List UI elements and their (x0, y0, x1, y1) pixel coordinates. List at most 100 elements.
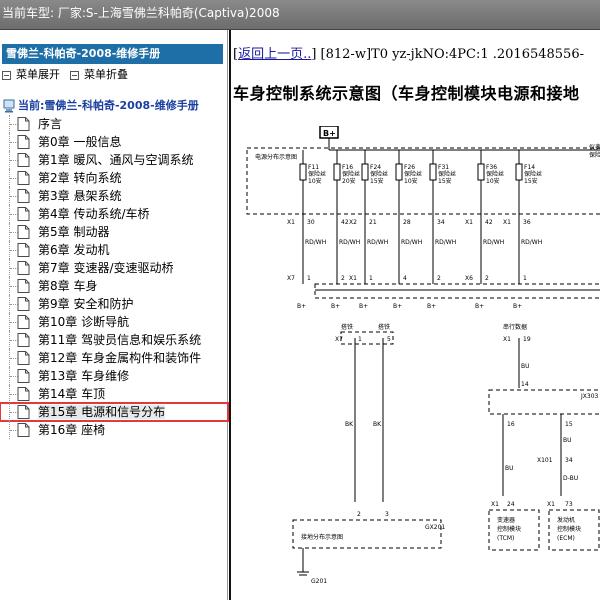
fuse-top-pin: 42 (485, 219, 493, 226)
menu-collapse-button[interactable]: 菜单折叠 (70, 66, 128, 84)
fuse-rating: 15安 (438, 177, 452, 185)
tree-item-chapter[interactable]: 第16章 座椅 (0, 421, 228, 439)
tree-connector (9, 313, 18, 331)
tree-connector (9, 259, 18, 277)
tree-item-label: 第3章 悬架系统 (38, 189, 122, 203)
tree-item-chapter[interactable]: 第2章 转向系统 (0, 169, 228, 187)
fuse-name: F26 (404, 164, 415, 171)
pin-1-label: 1 (358, 336, 362, 343)
tree-item-chapter[interactable]: 第5章 制动器 (0, 223, 228, 241)
document-icon (17, 243, 30, 257)
tree-item-chapter[interactable]: 第8章 车身 (0, 277, 228, 295)
fuse-box-right-label-1: 仪表板 (589, 143, 600, 151)
fuse-rating: 15安 (524, 177, 538, 185)
fuse-top-connector: X1 (465, 219, 473, 226)
tree-item-chapter[interactable]: 第4章 传动系统/车桥 (0, 205, 228, 223)
ground-label-1: 搭铁 (341, 323, 353, 331)
tree-item-label: 第6章 发动机 (38, 243, 110, 257)
fuse-top-connector: X2 (349, 219, 357, 226)
tree-connector (9, 331, 18, 349)
tree-item-label: 第13章 车身维修 (38, 369, 130, 383)
tree-item-chapter[interactable]: 第6章 发动机 (0, 241, 228, 259)
tree-connector (9, 241, 18, 259)
pin-3-label: 3 (385, 511, 389, 518)
tree-item-label: 第10章 诊断导航 (38, 315, 130, 329)
fuse-symbol (361, 163, 369, 181)
tree-item-label: 第5章 制动器 (38, 225, 110, 239)
tree-item-chapter[interactable]: 序言 (0, 115, 228, 133)
tree-connector (9, 205, 18, 223)
tree-item-chapter[interactable]: 第13章 车身维修 (0, 367, 228, 385)
tree-item-chapter[interactable]: 第14章 车顶 (0, 385, 228, 403)
fuse-box-right-label-2: 保险丝盒 (589, 151, 600, 159)
tree-item-label: 第12章 车身金属构件和装饰件 (38, 351, 202, 365)
document-icon (17, 315, 30, 329)
document-icon (17, 153, 30, 167)
tree-item-chapter[interactable]: 第7章 变速器/变速驱动桥 (0, 259, 228, 277)
tree-item-chapter[interactable]: 第10章 诊断导航 (0, 313, 228, 331)
ecm-label-1: 发动机 (557, 516, 575, 524)
menu-expand-button[interactable]: 菜单展开 (2, 66, 60, 84)
tree-item-label: 第2章 转向系统 (38, 171, 122, 185)
document-icon (17, 405, 30, 419)
tree-item-label: 第15章 电源和信号分布 (38, 405, 166, 419)
menu-collapse-label: 菜单折叠 (84, 68, 128, 81)
fuse-bottom-pin: 2 (437, 275, 441, 282)
pin-73-label: 73 (565, 501, 573, 508)
bplus-label: B+ (513, 303, 522, 310)
document-icon (17, 135, 30, 149)
wire-color-label: RD/WH (367, 239, 388, 246)
tree-root-label: 当前:雪佛兰-科帕奇-2008-维修手册 (18, 99, 199, 112)
tree-item-chapter[interactable]: 第1章 暖风、通风与空调系统 (0, 151, 228, 169)
pin-5-label: 5 (387, 336, 391, 343)
pin-24-label: 24 (507, 501, 515, 508)
document-icon (17, 369, 30, 383)
tree-root[interactable]: 当前:雪佛兰-科帕奇-2008-维修手册 (0, 97, 228, 115)
wire-color-label: RD/WH (305, 239, 326, 246)
tree-item-chapter[interactable]: 第0章 一般信息 (0, 133, 228, 151)
fuse-top-pin: 21 (369, 219, 377, 226)
back-link[interactable]: 返回上一页.. (238, 47, 311, 62)
tree-item-chapter[interactable]: 第11章 驾驶员信息和娱乐系统 (0, 331, 228, 349)
pin-19-label: 19 (523, 336, 531, 343)
fuse-type-label: 保险丝 (486, 170, 504, 178)
ecm-label-3: (ECM) (557, 535, 575, 542)
tree-item-label: 第8章 车身 (38, 279, 98, 293)
tree-connector (9, 115, 18, 133)
fuse-bottom-connector: X7 (287, 275, 295, 282)
fuse-rating: 10安 (308, 177, 322, 185)
fuse-top-pin: 34 (437, 219, 445, 226)
chapter-tree: 当前:雪佛兰-科帕奇-2008-维修手册 序言 第0章 一般信息 第1章 暖风、通风… (0, 97, 229, 439)
document-icon (17, 225, 30, 239)
wiring-diagram: B+ 电源分布示意图 仪表板 保险丝盒 F11保险丝10安X130RD/WHX7… (246, 126, 600, 585)
fuse-type-label: 保险丝 (524, 170, 542, 178)
fuse-top-pin: 30 (307, 219, 315, 226)
fuse-type-label: 保险丝 (308, 170, 326, 178)
fuse-symbol (429, 163, 437, 181)
tree-item-chapter[interactable]: 第12章 车身金属构件和装饰件 (0, 349, 228, 367)
tree-item-chapter[interactable]: 第3章 悬架系统 (0, 187, 228, 205)
document-icon (17, 351, 30, 365)
tcm-label-1: 变速器 (497, 516, 515, 524)
fuse-type-label: 保险丝 (404, 170, 422, 178)
fuse-rating: 10安 (486, 177, 500, 185)
document-icon (17, 333, 30, 347)
ground-distribution-label: 接地分布示意图 (301, 533, 343, 541)
pin-14-label: 14 (521, 381, 529, 388)
tree-item-chapter[interactable]: 第9章 安全和防护 (0, 295, 228, 313)
bplus-label: B+ (297, 303, 306, 310)
ground-label-2: 搭铁 (378, 323, 390, 331)
g201-label: G201 (311, 578, 327, 585)
tcm-label-2: 控制模块 (497, 525, 521, 533)
pin-34-label: 34 (565, 457, 573, 464)
tree-connector (9, 349, 18, 367)
fuse-name: F31 (438, 164, 449, 171)
bu-wire-label-2: BU (563, 437, 572, 444)
tree-item-chapter[interactable]: 第15章 电源和信号分布 (0, 402, 229, 422)
fuse-top-pin: 42 (341, 219, 349, 226)
bplus-label: B+ (393, 303, 402, 310)
fuse-type-label: 保险丝 (370, 170, 388, 178)
x101-label: X101 (537, 457, 553, 464)
x1-ecm-connector: X1 (547, 501, 555, 508)
fuse-top-connector: X1 (287, 219, 295, 226)
